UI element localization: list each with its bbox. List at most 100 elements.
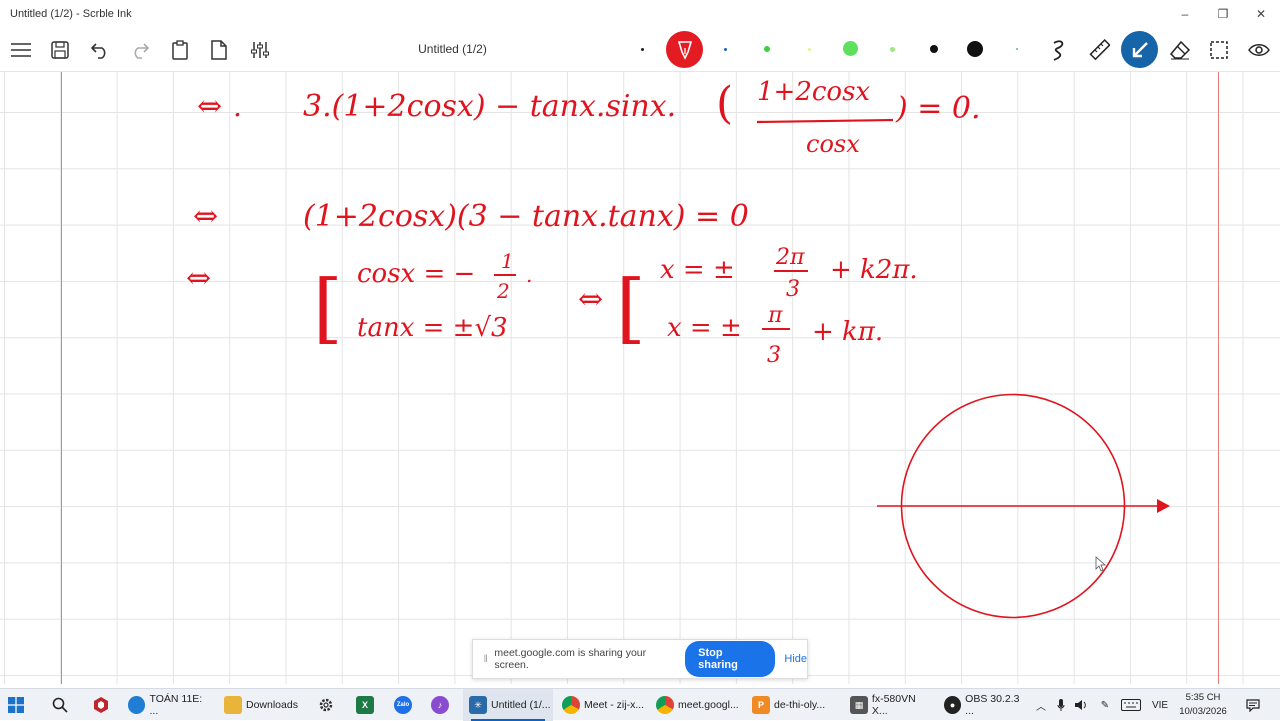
maximize-button[interactable]: ❐ xyxy=(1204,0,1242,28)
equivalence-arrow-3: ⇔ xyxy=(186,261,211,296)
ink-canvas[interactable]: ⇔ . 3.(1+2cosx) − tanx.sinx. ( 1+2cosx c… xyxy=(0,72,1280,684)
line1-fraction-numerator: 1+2cosx xyxy=(757,77,870,107)
screen-share-banner: ‖ meet.google.com is sharing your screen… xyxy=(472,639,808,679)
pen-teal-tiny[interactable] xyxy=(1016,48,1018,50)
taskbar-item-meet-google[interactable]: meet.googl... xyxy=(652,689,740,721)
shield-app-icon[interactable] xyxy=(92,689,112,721)
taskbar-item-downloads[interactable]: Downloads xyxy=(220,689,308,721)
x-axis-arrowhead xyxy=(1157,499,1170,513)
taskbar-item-edge[interactable]: TOÁN 11E: ... xyxy=(124,689,212,721)
taskbar-item-label: fx-580VN X... xyxy=(871,693,916,717)
select-pen-icon[interactable] xyxy=(1121,31,1158,68)
hide-button[interactable]: Hide xyxy=(784,653,807,665)
svg-text:[: [ xyxy=(313,263,343,352)
eraser-icon[interactable] xyxy=(1164,34,1196,66)
chrome-icon xyxy=(656,696,674,714)
taskbar-item-calculator[interactable]: ▦ fx-580VN X... xyxy=(846,689,934,721)
crop-select-icon[interactable] xyxy=(1203,34,1235,66)
mouse-cursor xyxy=(1095,556,1107,572)
svg-text:(: ( xyxy=(716,78,733,129)
settings-gear-icon[interactable] xyxy=(318,689,338,721)
scrble-icon: ✳ xyxy=(469,696,487,714)
taskbar-item-scrble-ink[interactable]: ✳ Untitled (1/... xyxy=(463,689,553,721)
chrome-icon xyxy=(562,696,580,714)
taskbar-item-label: Meet - zij-x... xyxy=(584,699,645,711)
zalo-icon[interactable]: Zalo xyxy=(394,689,414,721)
clock-date: 10/03/2026 xyxy=(1179,706,1227,717)
language-indicator[interactable]: VIE xyxy=(1150,689,1170,721)
solution1-suffix: + k2π. xyxy=(830,255,918,285)
line1-fraction-denominator: cosx xyxy=(806,130,860,158)
solution1-numerator: 2π xyxy=(775,245,805,270)
equivalence-arrow-1: ⇔ xyxy=(197,89,222,124)
view-eye-icon[interactable] xyxy=(1243,34,1275,66)
svg-text:.: . xyxy=(526,263,532,287)
obs-icon: ● xyxy=(944,696,962,714)
case1-expression: cosx = − xyxy=(357,259,475,289)
ruler-icon[interactable] xyxy=(1083,34,1115,66)
close-button[interactable]: ✕ xyxy=(1242,0,1280,28)
lasso-icon[interactable] xyxy=(1043,34,1075,66)
taskbar-item-label: OBS 30.2.3 ... xyxy=(965,693,1020,717)
pen-black-large[interactable] xyxy=(967,41,983,57)
keyboard-icon[interactable] xyxy=(1120,689,1142,721)
taskbar-item-pdf[interactable]: P de-thi-oly... xyxy=(748,689,836,721)
calculator-icon: ▦ xyxy=(850,696,868,714)
windows-start-icon[interactable] xyxy=(8,689,32,721)
clock-time: 5:35 CH xyxy=(1185,692,1221,703)
microphone-icon[interactable] xyxy=(1055,689,1067,721)
pen-tray-icon[interactable]: ✎ xyxy=(1097,689,1113,721)
save-icon[interactable] xyxy=(44,34,76,66)
handwriting-layer: ⇔ . 3.(1+2cosx) − tanx.sinx. ( 1+2cosx c… xyxy=(186,77,1170,619)
taskbar-item-label: de-thi-oly... xyxy=(774,699,826,711)
share-message: meet.google.com is sharing your screen. xyxy=(494,647,647,671)
podcast-app-icon[interactable]: ♪ xyxy=(431,689,451,721)
pen-size-tiny-black[interactable] xyxy=(641,48,644,51)
equivalence-arrow-2: ⇔ xyxy=(193,199,218,234)
drag-handle-icon[interactable]: ‖ xyxy=(479,654,492,665)
edge-icon xyxy=(128,696,146,714)
solution1-prefix: x = ± xyxy=(660,255,735,285)
solution2-denominator: 3 xyxy=(767,343,781,368)
settings-sliders-icon[interactable] xyxy=(244,34,276,66)
pen-blue-small[interactable] xyxy=(724,48,727,51)
search-icon[interactable] xyxy=(52,689,72,721)
solution2-suffix: + kπ. xyxy=(812,317,883,347)
new-page-icon[interactable] xyxy=(203,34,235,66)
volume-icon[interactable] xyxy=(1074,689,1088,721)
document-title: Untitled (1/2) xyxy=(418,42,487,56)
highlighter-yellow-small[interactable] xyxy=(808,48,811,51)
line2-expression: (1+2cosx)(3 − tanx.tanx) = 0 xyxy=(303,199,749,234)
notification-icon[interactable] xyxy=(1244,689,1262,721)
toolbar: Untitled (1/2) xyxy=(0,28,1280,72)
taskbar: TOÁN 11E: ... Downloads X Zalo ♪ ✳ Untit… xyxy=(0,688,1280,721)
redo-icon[interactable] xyxy=(124,34,156,66)
pen-black-medium[interactable] xyxy=(930,45,938,53)
taskbar-item-meet[interactable]: Meet - zij-x... xyxy=(558,689,646,721)
pdf-icon: P xyxy=(752,696,770,714)
stop-sharing-button[interactable]: Stop sharing xyxy=(685,641,776,677)
svg-text:[: [ xyxy=(616,263,646,352)
tray-overflow-chevron-icon[interactable]: ︿ xyxy=(1034,689,1048,721)
undo-icon[interactable] xyxy=(84,34,116,66)
excel-icon[interactable]: X xyxy=(356,689,376,721)
line1-left-expression: 3.(1+2cosx) − tanx.sinx. xyxy=(303,89,676,124)
solution1-denominator: 3 xyxy=(786,277,800,302)
line1-right-expression: ) = 0. xyxy=(895,91,981,126)
pen-green-medium[interactable] xyxy=(764,46,770,52)
taskbar-item-obs[interactable]: ● OBS 30.2.3 ... xyxy=(940,689,1028,721)
taskbar-item-label: meet.googl... xyxy=(678,699,739,711)
taskbar-item-label: Untitled (1/... xyxy=(491,699,551,711)
paste-icon[interactable] xyxy=(164,34,196,66)
title-bar: Untitled (1/2) - Scrble Ink – ❐ ✕ xyxy=(0,0,1280,28)
minimize-button[interactable]: – xyxy=(1166,0,1204,28)
highlighter-green-small[interactable] xyxy=(890,47,895,52)
taskbar-item-label: TOÁN 11E: ... xyxy=(149,693,203,717)
clock[interactable]: 5:35 CH 10/03/2026 xyxy=(1176,691,1230,719)
menu-icon[interactable] xyxy=(5,34,37,66)
case2-expression: tanx = ±√3 xyxy=(357,313,508,343)
highlighter-green-large[interactable] xyxy=(843,41,858,56)
svg-text:.: . xyxy=(233,90,242,123)
folder-icon xyxy=(224,696,242,714)
active-pen-button[interactable] xyxy=(666,31,703,68)
